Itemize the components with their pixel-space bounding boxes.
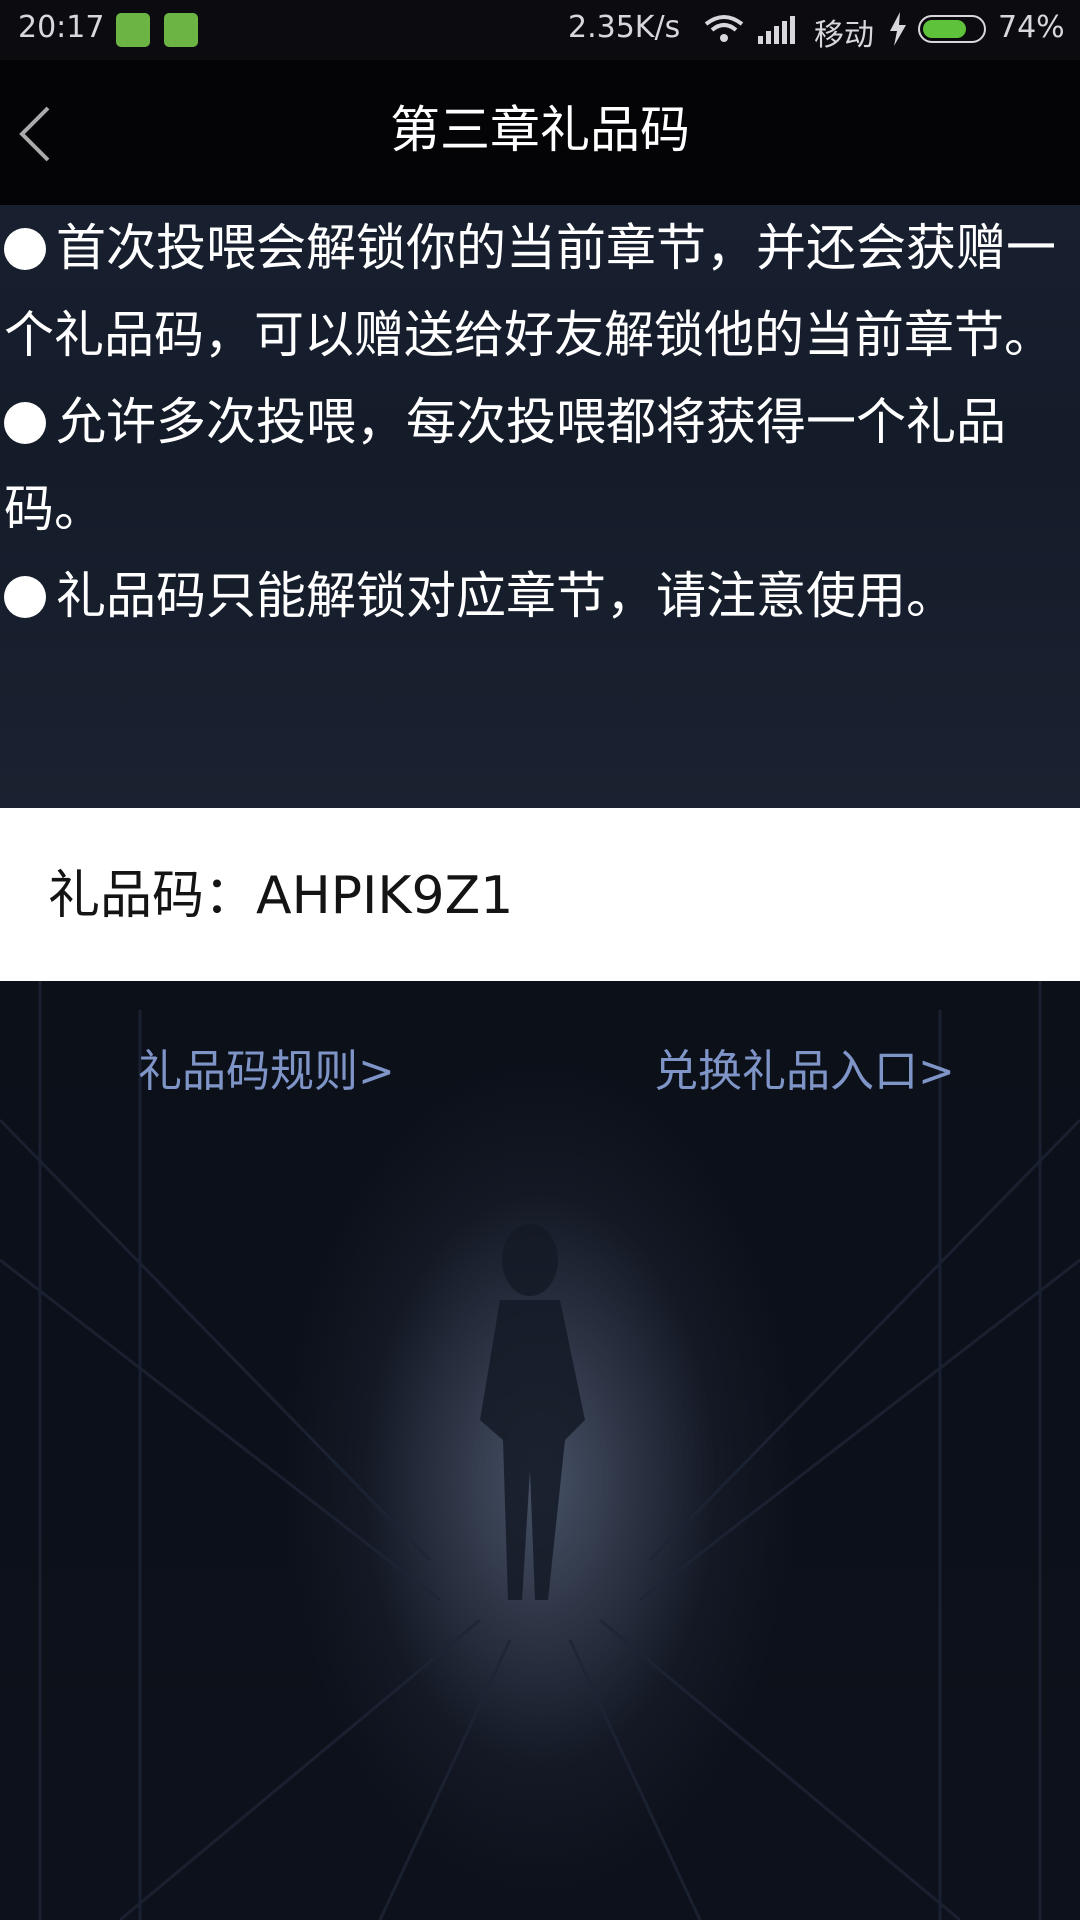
signal-icon bbox=[758, 16, 795, 44]
bullet-icon bbox=[4, 576, 46, 618]
status-bar: 20:17 2.35K/s 移动 74% bbox=[0, 0, 1080, 60]
rule-text: 礼品码只能解锁对应章节，请注意使用。 bbox=[56, 567, 956, 625]
rule-text: 允许多次投喂，每次投喂都将获得一个礼品码。 bbox=[4, 393, 1006, 538]
battery-icon bbox=[918, 15, 986, 43]
page-title: 第三章礼品码 bbox=[390, 101, 690, 159]
gift-code-rules-link[interactable]: 礼品码规则> bbox=[138, 1042, 395, 1102]
rule-item: 允许多次投喂，每次投喂都将获得一个礼品码。 bbox=[4, 379, 1080, 553]
wifi-icon bbox=[704, 15, 744, 42]
network-speed: 2.35K/s bbox=[568, 10, 681, 45]
rules-list: 首次投喂会解锁你的当前章节，并还会获赠一个礼品码，可以赠送给好友解锁他的当前章节… bbox=[0, 205, 1080, 640]
battery-percent: 74% bbox=[998, 10, 1065, 45]
redeem-gift-link[interactable]: 兑换礼品入口> bbox=[654, 1042, 955, 1102]
rule-item: 首次投喂会解锁你的当前章节，并还会获赠一个礼品码，可以赠送给好友解锁他的当前章节… bbox=[4, 205, 1080, 379]
status-time: 20:17 bbox=[18, 10, 105, 45]
gift-code-box: 礼品码：AHPIK9Z1 bbox=[0, 808, 1080, 981]
rule-item: 礼品码只能解锁对应章节，请注意使用。 bbox=[4, 553, 1080, 640]
battery-saver-icon bbox=[164, 13, 198, 47]
silhouette-figure bbox=[480, 1224, 585, 1600]
bullet-icon bbox=[4, 402, 46, 444]
gift-code-text[interactable]: 礼品码：AHPIK9Z1 bbox=[48, 866, 513, 926]
carrier-name: 移动 bbox=[814, 18, 874, 53]
charging-icon bbox=[890, 12, 906, 46]
gift-code-value: AHPIK9Z1 bbox=[256, 866, 514, 926]
title-bar: 第三章礼品码 bbox=[0, 60, 1080, 205]
rule-text: 首次投喂会解锁你的当前章节，并还会获赠一个礼品码，可以赠送给好友解锁他的当前章节… bbox=[4, 219, 1056, 364]
gift-code-label: 礼品码： bbox=[48, 866, 257, 926]
bullet-icon bbox=[4, 228, 46, 270]
shield-icon bbox=[116, 13, 150, 47]
